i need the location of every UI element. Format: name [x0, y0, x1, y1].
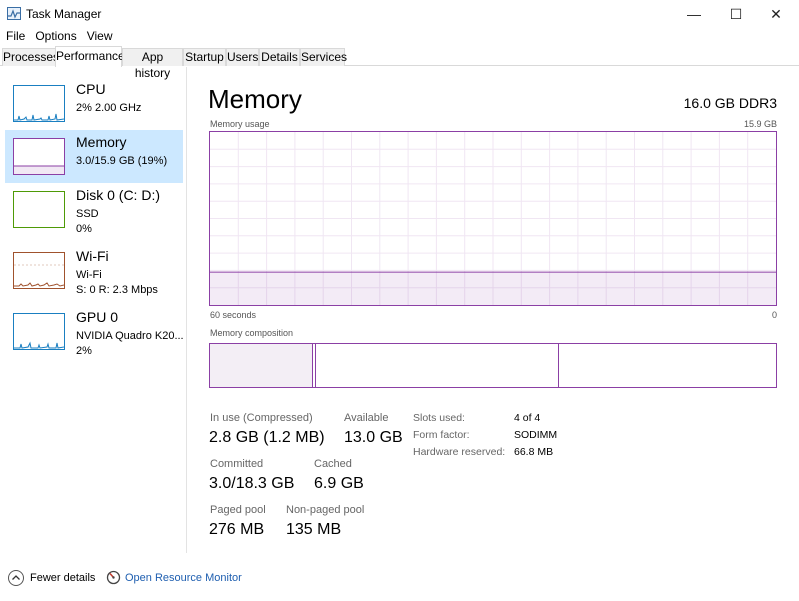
open-resource-monitor-link[interactable]: Open Resource Monitor [125, 572, 242, 584]
tab-app-history[interactable]: App history [122, 48, 183, 80]
sidebar-item-detail: 2% [76, 345, 92, 357]
minimize-button[interactable]: — [671, 0, 717, 28]
slots-used-label: Slots used: [413, 412, 465, 424]
sidebar-item-detail: Wi-Fi [76, 269, 102, 281]
composition-in-use [210, 344, 313, 387]
sidebar-item-detail: 0% [76, 223, 92, 235]
sidebar-item-cpu[interactable]: CPU 2% 2.00 GHz [5, 77, 183, 130]
memory-composition-label: Memory composition [210, 328, 294, 338]
task-manager-icon [7, 7, 21, 20]
sidebar-item-memory[interactable]: Memory 3.0/15.9 GB (19%) [5, 130, 183, 183]
sidebar-item-label: Disk 0 (C: D:) [76, 187, 160, 203]
maximize-icon: ☐ [729, 5, 743, 22]
form-factor-label: Form factor: [413, 429, 470, 441]
memory-thumbnail-graph [13, 138, 65, 175]
tab-strip: Processes Performance App history Startu… [0, 46, 799, 80]
menu-view[interactable]: View [82, 27, 118, 45]
in-use-value: 2.8 GB (1.2 MB) [209, 429, 325, 446]
sidebar-item-label: CPU [76, 81, 106, 97]
cpu-thumbnail-graph [13, 85, 65, 122]
time-span-label: 60 seconds [210, 310, 257, 320]
sidebar-item-detail: 3.0/15.9 GB (19%) [76, 155, 168, 167]
window-title: Task Manager [26, 7, 102, 21]
sidebar-item-label: GPU 0 [76, 309, 119, 325]
cached-value: 6.9 GB [314, 475, 364, 492]
close-button[interactable]: ✕ [753, 0, 799, 28]
paged-pool-value: 276 MB [209, 521, 265, 538]
slots-used-value: 4 of 4 [514, 412, 541, 424]
form-factor-value: SODIMM [514, 429, 558, 441]
paged-pool-label: Paged pool [210, 504, 266, 516]
memory-usage-area [210, 272, 776, 305]
resource-monitor-icon[interactable] [106, 570, 121, 585]
composition-modified [315, 344, 316, 387]
tab-users[interactable]: Users [226, 48, 259, 66]
hardware-reserved-label: Hardware reserved: [413, 446, 506, 458]
committed-label: Committed [210, 458, 264, 470]
tab-performance[interactable]: Performance [55, 46, 125, 67]
minimize-icon: — [687, 6, 701, 22]
fewer-details-link[interactable]: Fewer details [30, 572, 95, 584]
sidebar-item-label: Memory [76, 134, 127, 150]
composition-standby-divider [558, 344, 559, 387]
memory-usage-chart [210, 132, 776, 305]
time-end-label: 0 [771, 310, 777, 320]
non-paged-pool-value: 135 MB [286, 521, 342, 538]
close-icon: ✕ [770, 5, 782, 22]
disk-thumbnail-graph [13, 191, 65, 228]
resource-sidebar: CPU 2% 2.00 GHz Memory 3.0/15.9 GB (19%)… [0, 67, 187, 553]
tab-services[interactable]: Services [300, 48, 347, 66]
page-title: Memory [208, 84, 302, 114]
sidebar-item-detail: S: 0 R: 2.3 Mbps [76, 284, 158, 296]
available-label: Available [344, 412, 389, 424]
sidebar-item-disk[interactable]: Disk 0 (C: D:) SSD 0% [5, 183, 183, 236]
gpu-thumbnail-graph [13, 313, 65, 350]
menu-options[interactable]: Options [30, 27, 81, 45]
memory-composition-bar [209, 343, 777, 388]
tab-processes[interactable]: Processes [2, 48, 59, 66]
tab-details[interactable]: Details [259, 48, 300, 66]
sidebar-item-label: Wi-Fi [76, 248, 109, 264]
sidebar-item-detail: 2% 2.00 GHz [76, 102, 142, 114]
sidebar-item-detail: NVIDIA Quadro K20... [76, 330, 184, 342]
menu-bar: File Options View [0, 27, 118, 45]
wifi-thumbnail-graph [13, 252, 65, 289]
sidebar-item-wifi[interactable]: Wi-Fi Wi-Fi S: 0 R: 2.3 Mbps [5, 244, 183, 297]
hardware-reserved-value: 66.8 MB [514, 446, 554, 458]
title-bar: Task Manager — ☐ ✕ [0, 0, 799, 28]
menu-file[interactable]: File [0, 27, 30, 45]
available-value: 13.0 GB [344, 429, 403, 446]
in-use-label: In use (Compressed) [210, 412, 313, 424]
cached-label: Cached [314, 458, 352, 470]
memory-usage-graph [209, 131, 777, 306]
committed-value: 3.0/18.3 GB [209, 475, 295, 492]
tab-startup[interactable]: Startup [183, 48, 226, 66]
chevron-up-icon[interactable] [8, 570, 24, 586]
memory-usage-label: Memory usage [210, 119, 270, 129]
non-paged-pool-label: Non-paged pool [286, 504, 365, 516]
memory-spec: 16.0 GB DDR3 [683, 95, 777, 111]
memory-usage-max: 15.9 GB [743, 119, 777, 129]
sidebar-item-detail: SSD [76, 208, 99, 220]
sidebar-item-gpu[interactable]: GPU 0 NVIDIA Quadro K20... 2% [5, 305, 184, 358]
footer-bar: Fewer details Open Resource Monitor [0, 566, 799, 593]
